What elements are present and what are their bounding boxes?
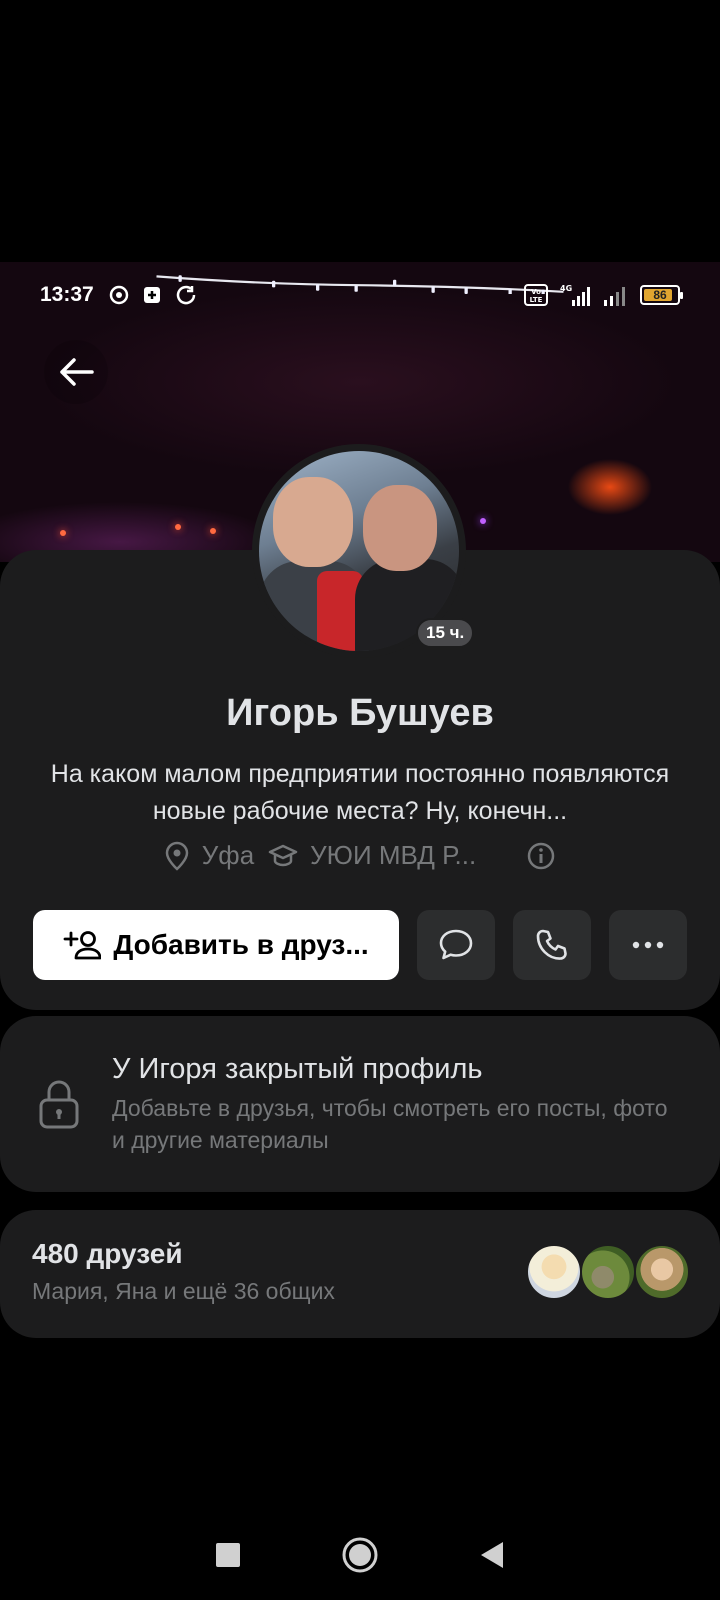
profile-status[interactable]: На каком малом предприятии постоянно поя… (40, 756, 680, 830)
friend-avatar (580, 1244, 636, 1300)
signal-4g-icon: 4G (560, 284, 590, 306)
closed-profile-description: Добавьте в друзья, чтобы смотреть его по… (112, 1095, 668, 1153)
add-notification-icon (143, 287, 160, 303)
friends-count: 480 друзей (32, 1238, 183, 1269)
more-icon (632, 941, 664, 949)
last-seen-badge: 15 ч. (416, 618, 475, 648)
arrow-left-icon (60, 358, 94, 386)
profile-actions: Добавить в друз... (33, 910, 687, 980)
refresh-icon (176, 285, 195, 305)
profile-name: Игорь Бушуев (226, 692, 494, 734)
system-nav-bar (0, 1510, 720, 1600)
call-button[interactable] (513, 910, 591, 980)
battery-level: 86 (653, 288, 667, 302)
add-friend-label: Добавить в друз... (113, 929, 369, 960)
recents-icon[interactable] (215, 1542, 241, 1568)
friend-avatar (526, 1244, 582, 1300)
phone-icon (536, 929, 567, 960)
city-info: Уфа (164, 840, 254, 871)
back-nav-icon[interactable] (479, 1540, 505, 1570)
sync-icon (109, 285, 128, 305)
back-button[interactable] (44, 340, 108, 404)
signal-icon (604, 287, 625, 306)
info-icon[interactable] (526, 841, 556, 871)
status-time: 13:37 (40, 283, 94, 306)
battery-icon: 86 (640, 285, 683, 305)
location-pin-icon (165, 841, 189, 871)
status-bar: 13:37 Vo LTE 4G 86 (0, 270, 720, 320)
home-icon[interactable] (341, 1536, 379, 1574)
svg-text:Vo: Vo (531, 288, 541, 296)
profile-info-row[interactable]: Уфа УЮИ МВД Р... (0, 840, 720, 871)
lock-icon (39, 1080, 79, 1129)
more-button[interactable] (609, 910, 687, 980)
closed-profile-title: У Игоря закрытый профиль (112, 1053, 483, 1085)
mutual-friends: Мария, Яна и ещё 36 общих (32, 1278, 335, 1304)
city-label: Уфа (201, 840, 255, 870)
message-icon (439, 929, 473, 960)
education-info: УЮИ МВД Р... (268, 840, 476, 871)
add-user-icon (63, 931, 102, 960)
friend-avatars (526, 1244, 696, 1300)
svg-text:LTE: LTE (530, 296, 543, 304)
friend-avatar (634, 1244, 690, 1300)
education-label: УЮИ МВД Р... (310, 840, 477, 870)
volte-icon: VoLTE (524, 284, 548, 306)
svg-text:4G: 4G (560, 284, 572, 293)
message-button[interactable] (417, 910, 495, 980)
add-friend-button[interactable]: Добавить в друз... (33, 910, 399, 980)
graduation-cap-icon (268, 844, 298, 866)
